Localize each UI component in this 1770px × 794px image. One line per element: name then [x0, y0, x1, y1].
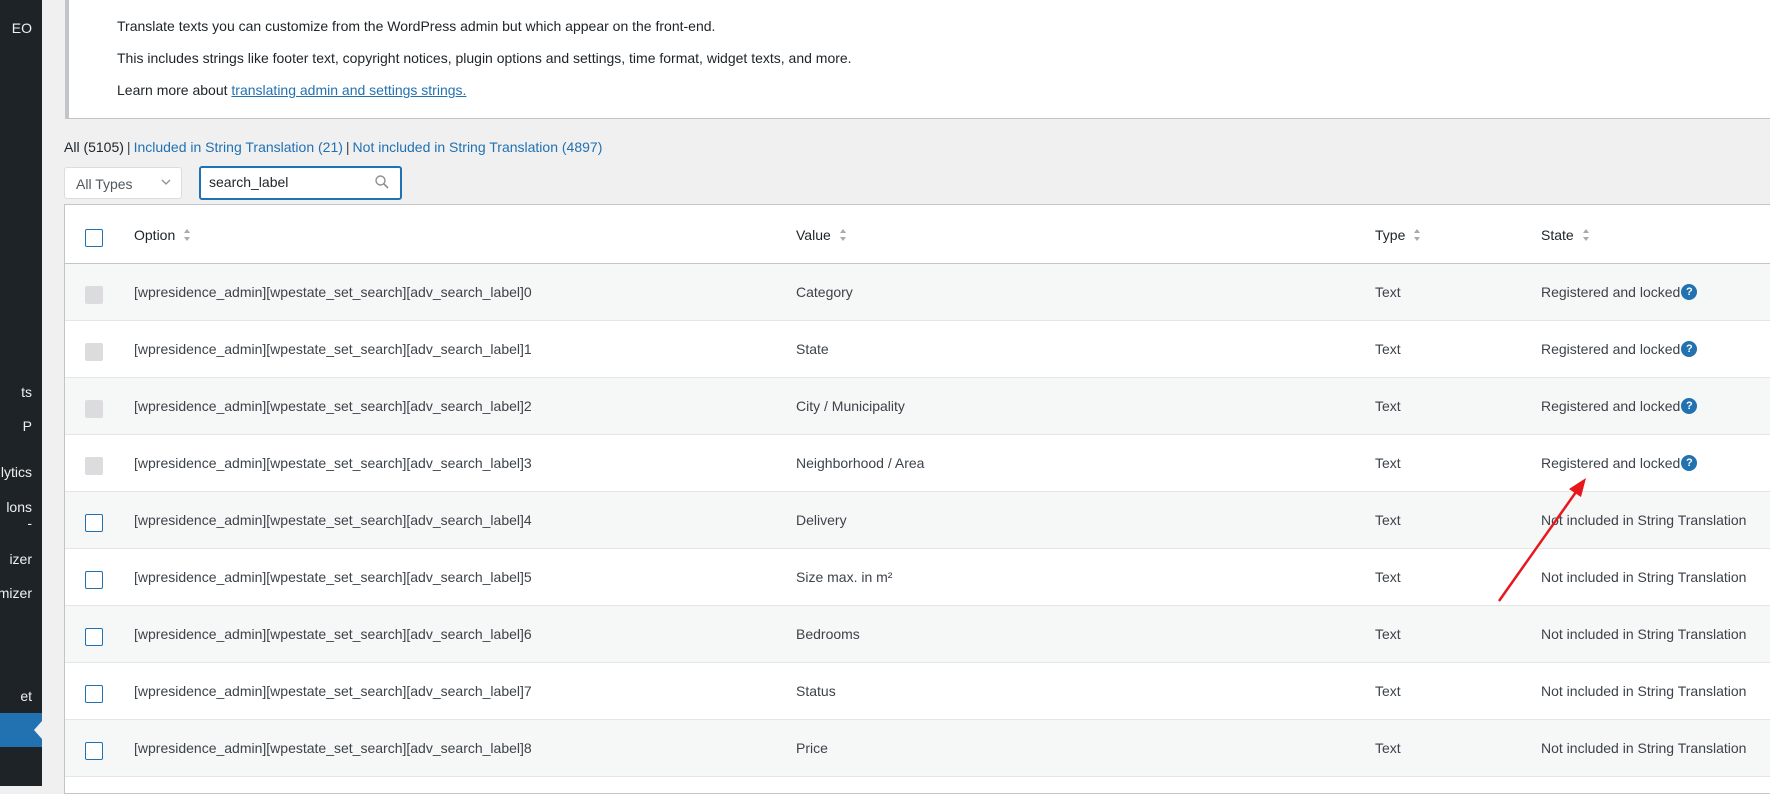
- search-icon[interactable]: [374, 174, 390, 195]
- sort-icon[interactable]: [1413, 228, 1421, 245]
- type-cell: Text: [1375, 455, 1401, 471]
- type-cell: Text: [1375, 626, 1401, 642]
- table-row: [wpresidence_admin][wpestate_set_search]…: [65, 606, 1770, 663]
- help-icon[interactable]: ?: [1681, 398, 1698, 415]
- row-checkbox[interactable]: [85, 571, 103, 589]
- value-cell: Category: [796, 284, 853, 300]
- sidebar-item-addons[interactable]: lons: [6, 499, 32, 515]
- state-cell: Not included in String Translation: [1541, 683, 1747, 699]
- value-cell: Neighborhood / Area: [796, 455, 925, 471]
- type-cell: Text: [1375, 683, 1401, 699]
- value-cell: Size max. in m²: [796, 569, 893, 585]
- option-cell: [wpresidence_admin][wpestate_set_search]…: [134, 398, 532, 414]
- select-all-checkbox[interactable]: [85, 229, 103, 247]
- sidebar-item-optimizer[interactable]: izer: [9, 551, 32, 567]
- row-checkbox: [85, 457, 103, 475]
- filter-not-included[interactable]: Not included in String Translation (4897…: [353, 139, 603, 155]
- type-cell: Text: [1375, 398, 1401, 414]
- filter-separator: |: [126, 139, 131, 155]
- sidebar-item-seo[interactable]: EO: [12, 20, 32, 36]
- table-row: [wpresidence_admin][wpestate_set_search]…: [65, 720, 1770, 777]
- value-cell: Status: [796, 683, 836, 699]
- option-cell: [wpresidence_admin][wpestate_set_search]…: [134, 569, 532, 585]
- row-checkbox[interactable]: [85, 685, 103, 703]
- sort-icon[interactable]: [839, 228, 847, 245]
- column-type-header[interactable]: Type: [1375, 227, 1421, 245]
- option-cell: [wpresidence_admin][wpestate_set_search]…: [134, 740, 532, 756]
- table-row: [wpresidence_admin][wpestate_set_search]…: [65, 321, 1770, 378]
- column-value-header[interactable]: Value: [796, 227, 847, 245]
- search-field[interactable]: [199, 166, 402, 200]
- row-checkbox: [85, 286, 103, 304]
- type-cell: Text: [1375, 569, 1401, 585]
- notice-line-2: This includes strings like footer text, …: [117, 50, 852, 66]
- value-cell: State: [796, 341, 829, 357]
- sort-icon[interactable]: [1582, 228, 1590, 245]
- type-select-value: All Types: [76, 176, 133, 192]
- sort-icon[interactable]: [183, 228, 191, 245]
- sidebar-item-customizer[interactable]: mizer: [0, 585, 32, 601]
- state-cell: Not included in String Translation: [1541, 740, 1747, 756]
- state-cell: Not included in String Translation: [1541, 569, 1747, 585]
- state-cell: Registered and locked?: [1541, 341, 1698, 358]
- type-cell: Text: [1375, 740, 1401, 756]
- chevron-down-icon: [161, 175, 171, 192]
- option-cell: [wpresidence_admin][wpestate_set_search]…: [134, 683, 532, 699]
- table-row: [wpresidence_admin][wpestate_set_search]…: [65, 378, 1770, 435]
- table-row: [wpresidence_admin][wpestate_set_search]…: [65, 663, 1770, 720]
- help-icon[interactable]: ?: [1681, 284, 1698, 301]
- value-cell: City / Municipality: [796, 398, 905, 414]
- sidebar-item-analytics[interactable]: lytics: [1, 464, 32, 480]
- state-cell: Registered and locked?: [1541, 284, 1698, 301]
- info-notice: Translate texts you can customize from t…: [65, 0, 1770, 119]
- filter-separator: |: [345, 139, 350, 155]
- option-cell: [wpresidence_admin][wpestate_set_search]…: [134, 626, 532, 642]
- status-filters: All (5105) | Included in String Translatio…: [64, 139, 602, 155]
- state-cell: Not included in String Translation: [1541, 512, 1747, 528]
- search-input[interactable]: [209, 174, 359, 190]
- type-cell: Text: [1375, 512, 1401, 528]
- value-cell: Delivery: [796, 512, 847, 528]
- help-icon[interactable]: ?: [1681, 341, 1698, 358]
- row-checkbox: [85, 400, 103, 418]
- notice-line-3-prefix: Learn more about: [117, 82, 232, 98]
- row-checkbox[interactable]: [85, 514, 103, 532]
- state-cell: Registered and locked?: [1541, 455, 1698, 472]
- type-cell: Text: [1375, 284, 1401, 300]
- row-checkbox: [85, 343, 103, 361]
- notice-line-1: Translate texts you can customize from t…: [117, 18, 716, 34]
- filter-all[interactable]: All (5105): [64, 139, 124, 155]
- notice-line-3: Learn more about translating admin and s…: [117, 82, 466, 98]
- row-checkbox[interactable]: [85, 628, 103, 646]
- sidebar-item-et[interactable]: et: [20, 688, 32, 704]
- sidebar-item-addons-dash: -: [27, 515, 32, 531]
- state-cell: Not included in String Translation: [1541, 626, 1747, 642]
- row-checkbox[interactable]: [85, 742, 103, 760]
- value-cell: Bedrooms: [796, 626, 860, 642]
- help-icon[interactable]: ?: [1681, 455, 1698, 472]
- state-cell: Registered and locked?: [1541, 398, 1698, 415]
- table-row: [wpresidence_admin][wpestate_set_search]…: [65, 549, 1770, 606]
- table-header: Option Value Type State: [65, 205, 1770, 264]
- sidebar-item-p[interactable]: P: [23, 418, 32, 434]
- type-select[interactable]: All Types: [64, 167, 182, 199]
- option-cell: [wpresidence_admin][wpestate_set_search]…: [134, 512, 532, 528]
- table-row: [wpresidence_admin][wpestate_set_search]…: [65, 435, 1770, 492]
- column-option-header[interactable]: Option: [134, 227, 191, 245]
- option-cell: [wpresidence_admin][wpestate_set_search]…: [134, 455, 532, 471]
- admin-sidebar: EO ts P lytics lons - izer mizer et: [0, 0, 42, 786]
- translating-strings-link[interactable]: translating admin and settings strings.: [231, 82, 466, 98]
- sidebar-active-pointer: [34, 721, 42, 739]
- type-cell: Text: [1375, 341, 1401, 357]
- table-row: [wpresidence_admin][wpestate_set_search]…: [65, 492, 1770, 549]
- option-cell: [wpresidence_admin][wpestate_set_search]…: [134, 341, 532, 357]
- value-cell: Price: [796, 740, 828, 756]
- table-row: [wpresidence_admin][wpestate_set_search]…: [65, 264, 1770, 321]
- option-cell: [wpresidence_admin][wpestate_set_search]…: [134, 284, 532, 300]
- strings-table: Option Value Type State [wpresidence_adm…: [64, 204, 1770, 794]
- column-state-header[interactable]: State: [1541, 227, 1590, 245]
- sidebar-item-posts[interactable]: ts: [21, 384, 32, 400]
- filter-included[interactable]: Included in String Translation (21): [134, 139, 343, 155]
